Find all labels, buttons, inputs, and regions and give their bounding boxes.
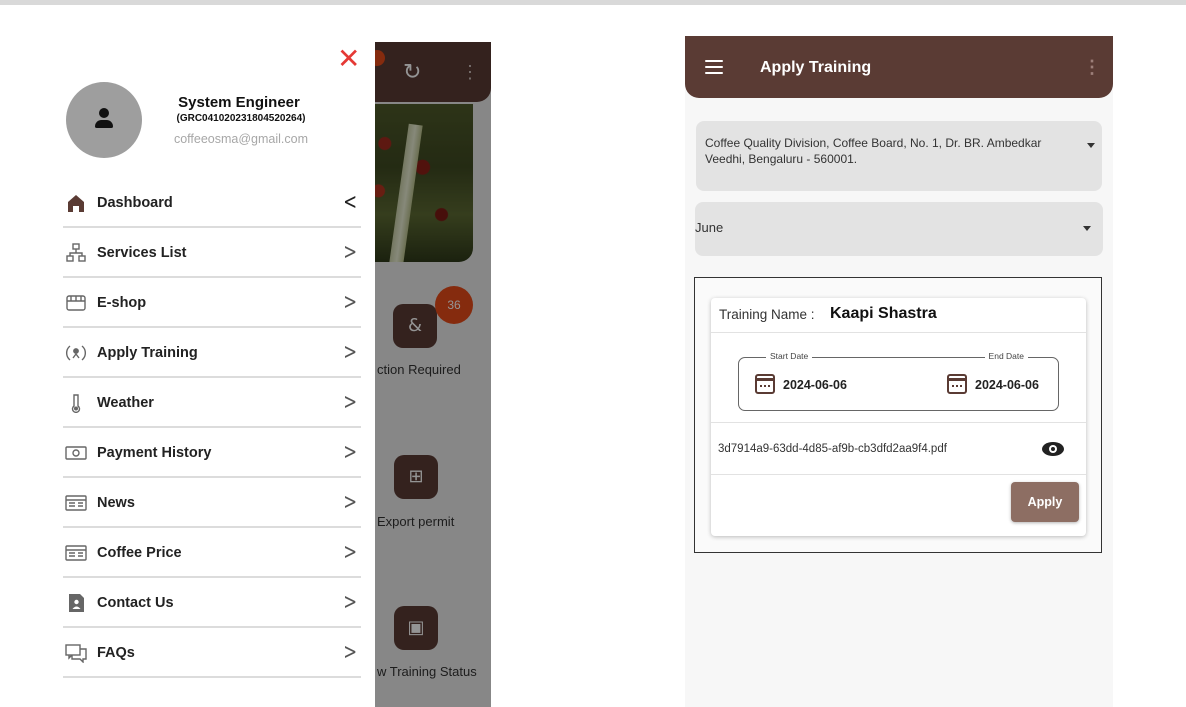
thermometer-icon bbox=[71, 394, 81, 413]
menu-label: Dashboard bbox=[97, 195, 173, 211]
price-icon bbox=[65, 545, 87, 561]
start-date-label: Start Date bbox=[766, 351, 813, 361]
menu-item-contact-us[interactable]: Contact Us > bbox=[63, 578, 361, 628]
chevron-right-icon: > bbox=[342, 440, 357, 465]
address-select[interactable]: Coffee Quality Division, Coffee Board, N… bbox=[696, 121, 1102, 191]
drawer-menu: Dashboard < Services List > E-shop > App… bbox=[63, 178, 361, 678]
menu-label: FAQs bbox=[97, 645, 135, 661]
chevron-right-icon: > bbox=[342, 240, 357, 265]
menu-label: Contact Us bbox=[97, 595, 174, 611]
menu-label: Coffee Price bbox=[97, 545, 182, 561]
app-bar: Apply Training ⋮ bbox=[685, 36, 1113, 98]
card-divider bbox=[711, 422, 1086, 423]
month-select[interactable]: June bbox=[695, 202, 1103, 256]
card-divider bbox=[711, 332, 1086, 333]
menu-label: Apply Training bbox=[97, 345, 198, 361]
contact-icon bbox=[69, 594, 84, 612]
left-phone-screen: ↻ ⋮ & 36 ction Required ⊞ Export permit … bbox=[47, 42, 491, 707]
chevron-right-icon: > bbox=[342, 390, 357, 415]
start-date-value: 2024-06-06 bbox=[783, 378, 847, 392]
kebab-icon[interactable]: ⋮ bbox=[1083, 57, 1101, 78]
payment-icon bbox=[65, 446, 87, 460]
page-title: Apply Training bbox=[760, 59, 872, 76]
user-name: System Engineer bbox=[178, 94, 300, 111]
sitemap-icon bbox=[66, 243, 86, 262]
training-name-label: Training Name : bbox=[719, 307, 815, 322]
training-icon bbox=[66, 345, 86, 361]
chevron-right-icon: > bbox=[342, 540, 357, 565]
menu-item-news[interactable]: News > bbox=[63, 478, 361, 528]
chevron-right-icon: > bbox=[342, 590, 357, 615]
training-list-frame: Training Name : Kaapi Shastra Start Date… bbox=[694, 277, 1102, 553]
close-icon[interactable]: ✕ bbox=[337, 42, 360, 75]
chevron-right-icon: > bbox=[342, 640, 357, 665]
address-select-value: Coffee Quality Division, Coffee Board, N… bbox=[705, 136, 1042, 166]
avatar bbox=[66, 82, 142, 158]
menu-label: News bbox=[97, 495, 135, 511]
dropdown-arrow-icon bbox=[1083, 226, 1091, 231]
menu-item-payment-history[interactable]: Payment History > bbox=[63, 428, 361, 478]
hamburger-icon[interactable] bbox=[705, 60, 723, 75]
training-card: Training Name : Kaapi Shastra Start Date… bbox=[711, 298, 1086, 536]
shop-icon bbox=[66, 295, 86, 311]
menu-label: Weather bbox=[97, 395, 154, 411]
menu-label: E-shop bbox=[97, 295, 147, 311]
menu-item-services-list[interactable]: Services List > bbox=[63, 228, 361, 278]
calendar-icon bbox=[947, 374, 967, 394]
menu-item-weather[interactable]: Weather > bbox=[63, 378, 361, 428]
end-date-label: End Date bbox=[984, 351, 1028, 361]
chevron-right-icon: > bbox=[342, 490, 357, 515]
calendar-icon bbox=[755, 374, 775, 394]
menu-item-coffee-price[interactable]: Coffee Price > bbox=[63, 528, 361, 578]
news-icon bbox=[65, 495, 87, 511]
menu-item-dashboard[interactable]: Dashboard < bbox=[63, 178, 361, 228]
menu-item-apply-training[interactable]: Apply Training > bbox=[63, 328, 361, 378]
faq-icon bbox=[65, 644, 87, 663]
eye-icon[interactable] bbox=[1042, 442, 1064, 456]
menu-label: Payment History bbox=[97, 445, 212, 461]
menu-item-eshop[interactable]: E-shop > bbox=[63, 278, 361, 328]
user-email: coffeeosma@gmail.com bbox=[173, 132, 309, 146]
home-icon bbox=[68, 195, 84, 212]
month-select-value: June bbox=[695, 220, 724, 235]
navigation-drawer: ✕ System Engineer (GRC041020231804520264… bbox=[47, 42, 375, 707]
training-name-value: Kaapi Shastra bbox=[830, 305, 937, 322]
top-divider-strip bbox=[0, 0, 1186, 5]
apply-button[interactable]: Apply bbox=[1011, 482, 1079, 522]
chevron-right-icon: > bbox=[342, 290, 357, 315]
menu-label: Services List bbox=[97, 245, 187, 261]
attachment-file-name: 3d7914a9-63dd-4d85-af9b-cb3dfd2aa9f4.pdf bbox=[718, 443, 947, 455]
right-phone-screen: Apply Training ⋮ Coffee Quality Division… bbox=[685, 36, 1113, 707]
end-date-value: 2024-06-06 bbox=[975, 378, 1039, 392]
date-range-box: Start Date End Date 2024-06-06 2024-06-0… bbox=[738, 351, 1059, 411]
menu-item-faqs[interactable]: FAQs > bbox=[63, 628, 361, 678]
dropdown-arrow-icon bbox=[1087, 143, 1095, 148]
chevron-right-icon: > bbox=[342, 340, 357, 365]
person-icon bbox=[93, 106, 115, 134]
card-divider bbox=[711, 474, 1086, 475]
chevron-left-icon: < bbox=[342, 190, 357, 215]
user-id: (GRC041020231804520264) bbox=[176, 113, 306, 124]
